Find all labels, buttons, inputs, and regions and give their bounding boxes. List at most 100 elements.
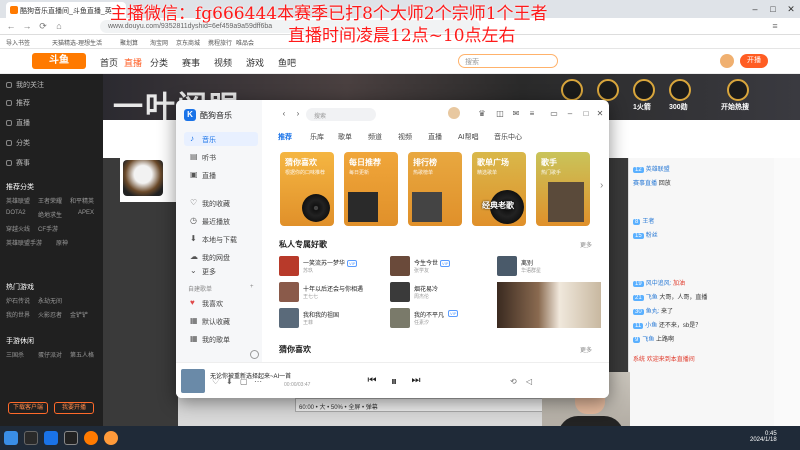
start-icon[interactable] — [4, 431, 18, 445]
sidebar-item-live[interactable]: 直播 — [6, 118, 30, 128]
site-logo[interactable]: 斗鱼 — [32, 53, 86, 69]
category-link[interactable]: 英雄联盟手游 — [6, 238, 42, 247]
start-live-button[interactable]: 我要开播 — [54, 402, 94, 414]
feature-card[interactable]: 排行榜 热歌榜单 — [408, 152, 462, 226]
mini-mode-icon[interactable]: ▭ — [548, 108, 560, 120]
menu-icon[interactable]: ≡ — [526, 108, 538, 120]
feature-card[interactable]: 歌单广场 精选歌单 经典老歌 — [472, 152, 526, 226]
search-icon[interactable] — [24, 431, 38, 445]
chat-scrollbar[interactable] — [774, 158, 800, 426]
music-nav-cloud[interactable]: ☁ 我的网盘 — [184, 250, 258, 264]
refresh-icon[interactable]: ⟳ — [38, 21, 48, 31]
nav-fishbar[interactable]: 鱼吧 — [278, 56, 296, 69]
next-icon[interactable]: ⏭ — [410, 375, 422, 387]
shirt-icon[interactable]: ◫ — [494, 108, 506, 120]
music-nav-local[interactable]: ⬇ 本地与下载 — [184, 232, 258, 246]
category-link[interactable]: 第五人格 — [70, 350, 94, 359]
nav-games[interactable]: 游戏 — [246, 56, 264, 69]
streamer-avatar[interactable] — [123, 160, 163, 196]
back-icon[interactable]: ‹ — [278, 108, 290, 120]
music-app-icon[interactable] — [44, 431, 58, 445]
obs-icon[interactable] — [64, 431, 78, 445]
category-link[interactable]: 和平精英 — [70, 196, 94, 205]
sidebar-item-recommend[interactable]: 推荐 — [6, 98, 30, 108]
song-item[interactable]: VIP — [446, 308, 496, 330]
category-link[interactable]: 三国杀 — [6, 350, 24, 359]
category-link[interactable]: 金铲铲 — [70, 310, 88, 319]
category-link[interactable]: APEX — [78, 210, 94, 216]
like-icon[interactable]: ♡ — [212, 377, 219, 386]
user-avatar[interactable] — [448, 107, 460, 119]
firefox-icon[interactable] — [84, 431, 98, 445]
sidebar-item-events[interactable]: 赛事 — [6, 158, 30, 168]
song-item[interactable]: 离别 华语群星 — [497, 256, 597, 278]
add-playlist-icon[interactable]: + — [250, 284, 254, 290]
avatar[interactable] — [720, 54, 734, 68]
feature-card[interactable]: 每日推荐 每日更新 — [344, 152, 398, 226]
tab-library[interactable]: 乐库 — [310, 132, 324, 142]
medal-icon[interactable] — [669, 79, 691, 101]
badge-icon[interactable] — [561, 79, 583, 101]
home-icon[interactable]: ⌂ — [54, 21, 64, 31]
bookmark-item[interactable]: 导入书签 — [6, 38, 30, 47]
tab-recommend[interactable]: 推荐 — [278, 132, 292, 142]
loop-icon[interactable]: ⟲ — [510, 377, 517, 386]
bookmark-item[interactable]: 唯品会 — [236, 38, 254, 47]
now-playing-cover[interactable] — [181, 369, 205, 393]
bookmark-item[interactable]: 京东商城 — [176, 38, 200, 47]
category-link[interactable]: 原神 — [56, 238, 68, 247]
playlist-item[interactable]: ▦ 我的歌单 — [184, 332, 258, 346]
mail-icon[interactable]: ✉ — [510, 108, 522, 120]
menu-icon[interactable]: ≡ — [770, 21, 780, 31]
settings-icon[interactable] — [250, 350, 259, 359]
player-toolbar[interactable]: 60:00 • 大 • 50% • 全屏 • 弹幕 — [295, 398, 545, 412]
section-more-link[interactable]: 更多 — [580, 240, 592, 249]
rocket-icon[interactable] — [633, 79, 655, 101]
comment-icon[interactable]: ▢ — [240, 377, 248, 386]
song-item[interactable]: 一笑流苏一梦华 VIP 苏玖 — [279, 256, 379, 278]
section-more-link-2[interactable]: 更多 — [580, 345, 592, 354]
vip-icon[interactable]: ♛ — [476, 108, 488, 120]
close-icon[interactable]: ✕ — [784, 2, 798, 16]
minimize-icon[interactable]: – — [564, 108, 576, 120]
category-link[interactable]: 炉石传说 — [6, 296, 30, 305]
back-icon[interactable]: ← — [6, 21, 16, 31]
category-link[interactable]: 火影忍者 — [38, 310, 62, 319]
song-item[interactable]: 十年以后还会与你相遇 王七七 — [279, 282, 379, 304]
category-link[interactable]: 英雄联盟 — [6, 196, 30, 205]
tab-videos[interactable]: 视频 — [398, 132, 412, 142]
open-live-button[interactable]: 开播 — [740, 54, 768, 68]
music-search-input[interactable]: 搜索 — [306, 108, 376, 121]
song-item[interactable]: 烟花易冷 周杰伦 — [390, 282, 490, 304]
more-icon[interactable]: ⋯ — [254, 377, 262, 386]
forward-icon[interactable]: › — [292, 108, 304, 120]
maximize-icon[interactable]: □ — [766, 2, 780, 16]
maximize-icon[interactable]: □ — [580, 108, 592, 120]
nav-category[interactable]: 分类 — [150, 56, 168, 69]
music-nav-live[interactable]: ▣ 直播 — [184, 168, 258, 182]
minimize-icon[interactable]: – — [748, 2, 762, 16]
previous-icon[interactable]: ⏮ — [366, 375, 378, 387]
bookmark-item[interactable]: 聚划算 — [120, 38, 138, 47]
volume-icon[interactable]: ◁ — [526, 377, 532, 386]
playlist-item[interactable]: ▦ 默认收藏 — [184, 314, 258, 328]
category-link[interactable]: 永劫无间 — [38, 296, 62, 305]
feature-card[interactable]: 歌手 热门歌手 — [536, 152, 590, 226]
now-playing-title[interactable]: 无论你被重新选择起来~AI一首 — [210, 371, 291, 380]
tab-playlists[interactable]: 歌单 — [338, 132, 352, 142]
song-item[interactable]: 今生今世 VIP 张学友 — [390, 256, 490, 278]
category-link[interactable]: 蛋仔派对 — [38, 350, 62, 359]
tab-ai-sing[interactable]: AI帮唱 — [458, 132, 479, 142]
pause-icon[interactable]: ⏸ — [388, 375, 400, 387]
category-link[interactable]: CF手游 — [38, 224, 58, 233]
tab-music-center[interactable]: 音乐中心 — [494, 132, 522, 142]
sidebar-item-following[interactable]: 我的关注 — [6, 80, 44, 90]
playlist-item[interactable]: ♥ 我喜欢 — [184, 296, 258, 310]
music-nav-audiobook[interactable]: ▤ 听书 — [184, 150, 258, 164]
music-nav-collection[interactable]: ♡ 我的收藏 — [184, 196, 258, 210]
nav-live[interactable]: 直播 — [124, 56, 142, 69]
music-nav-recent[interactable]: ◷ 最近播放 — [184, 214, 258, 228]
download-client-button[interactable]: 下载客户端 — [8, 402, 48, 414]
song-item[interactable]: 我和我的祖国 王菲 — [279, 308, 379, 330]
hot-search-icon[interactable] — [727, 79, 749, 101]
